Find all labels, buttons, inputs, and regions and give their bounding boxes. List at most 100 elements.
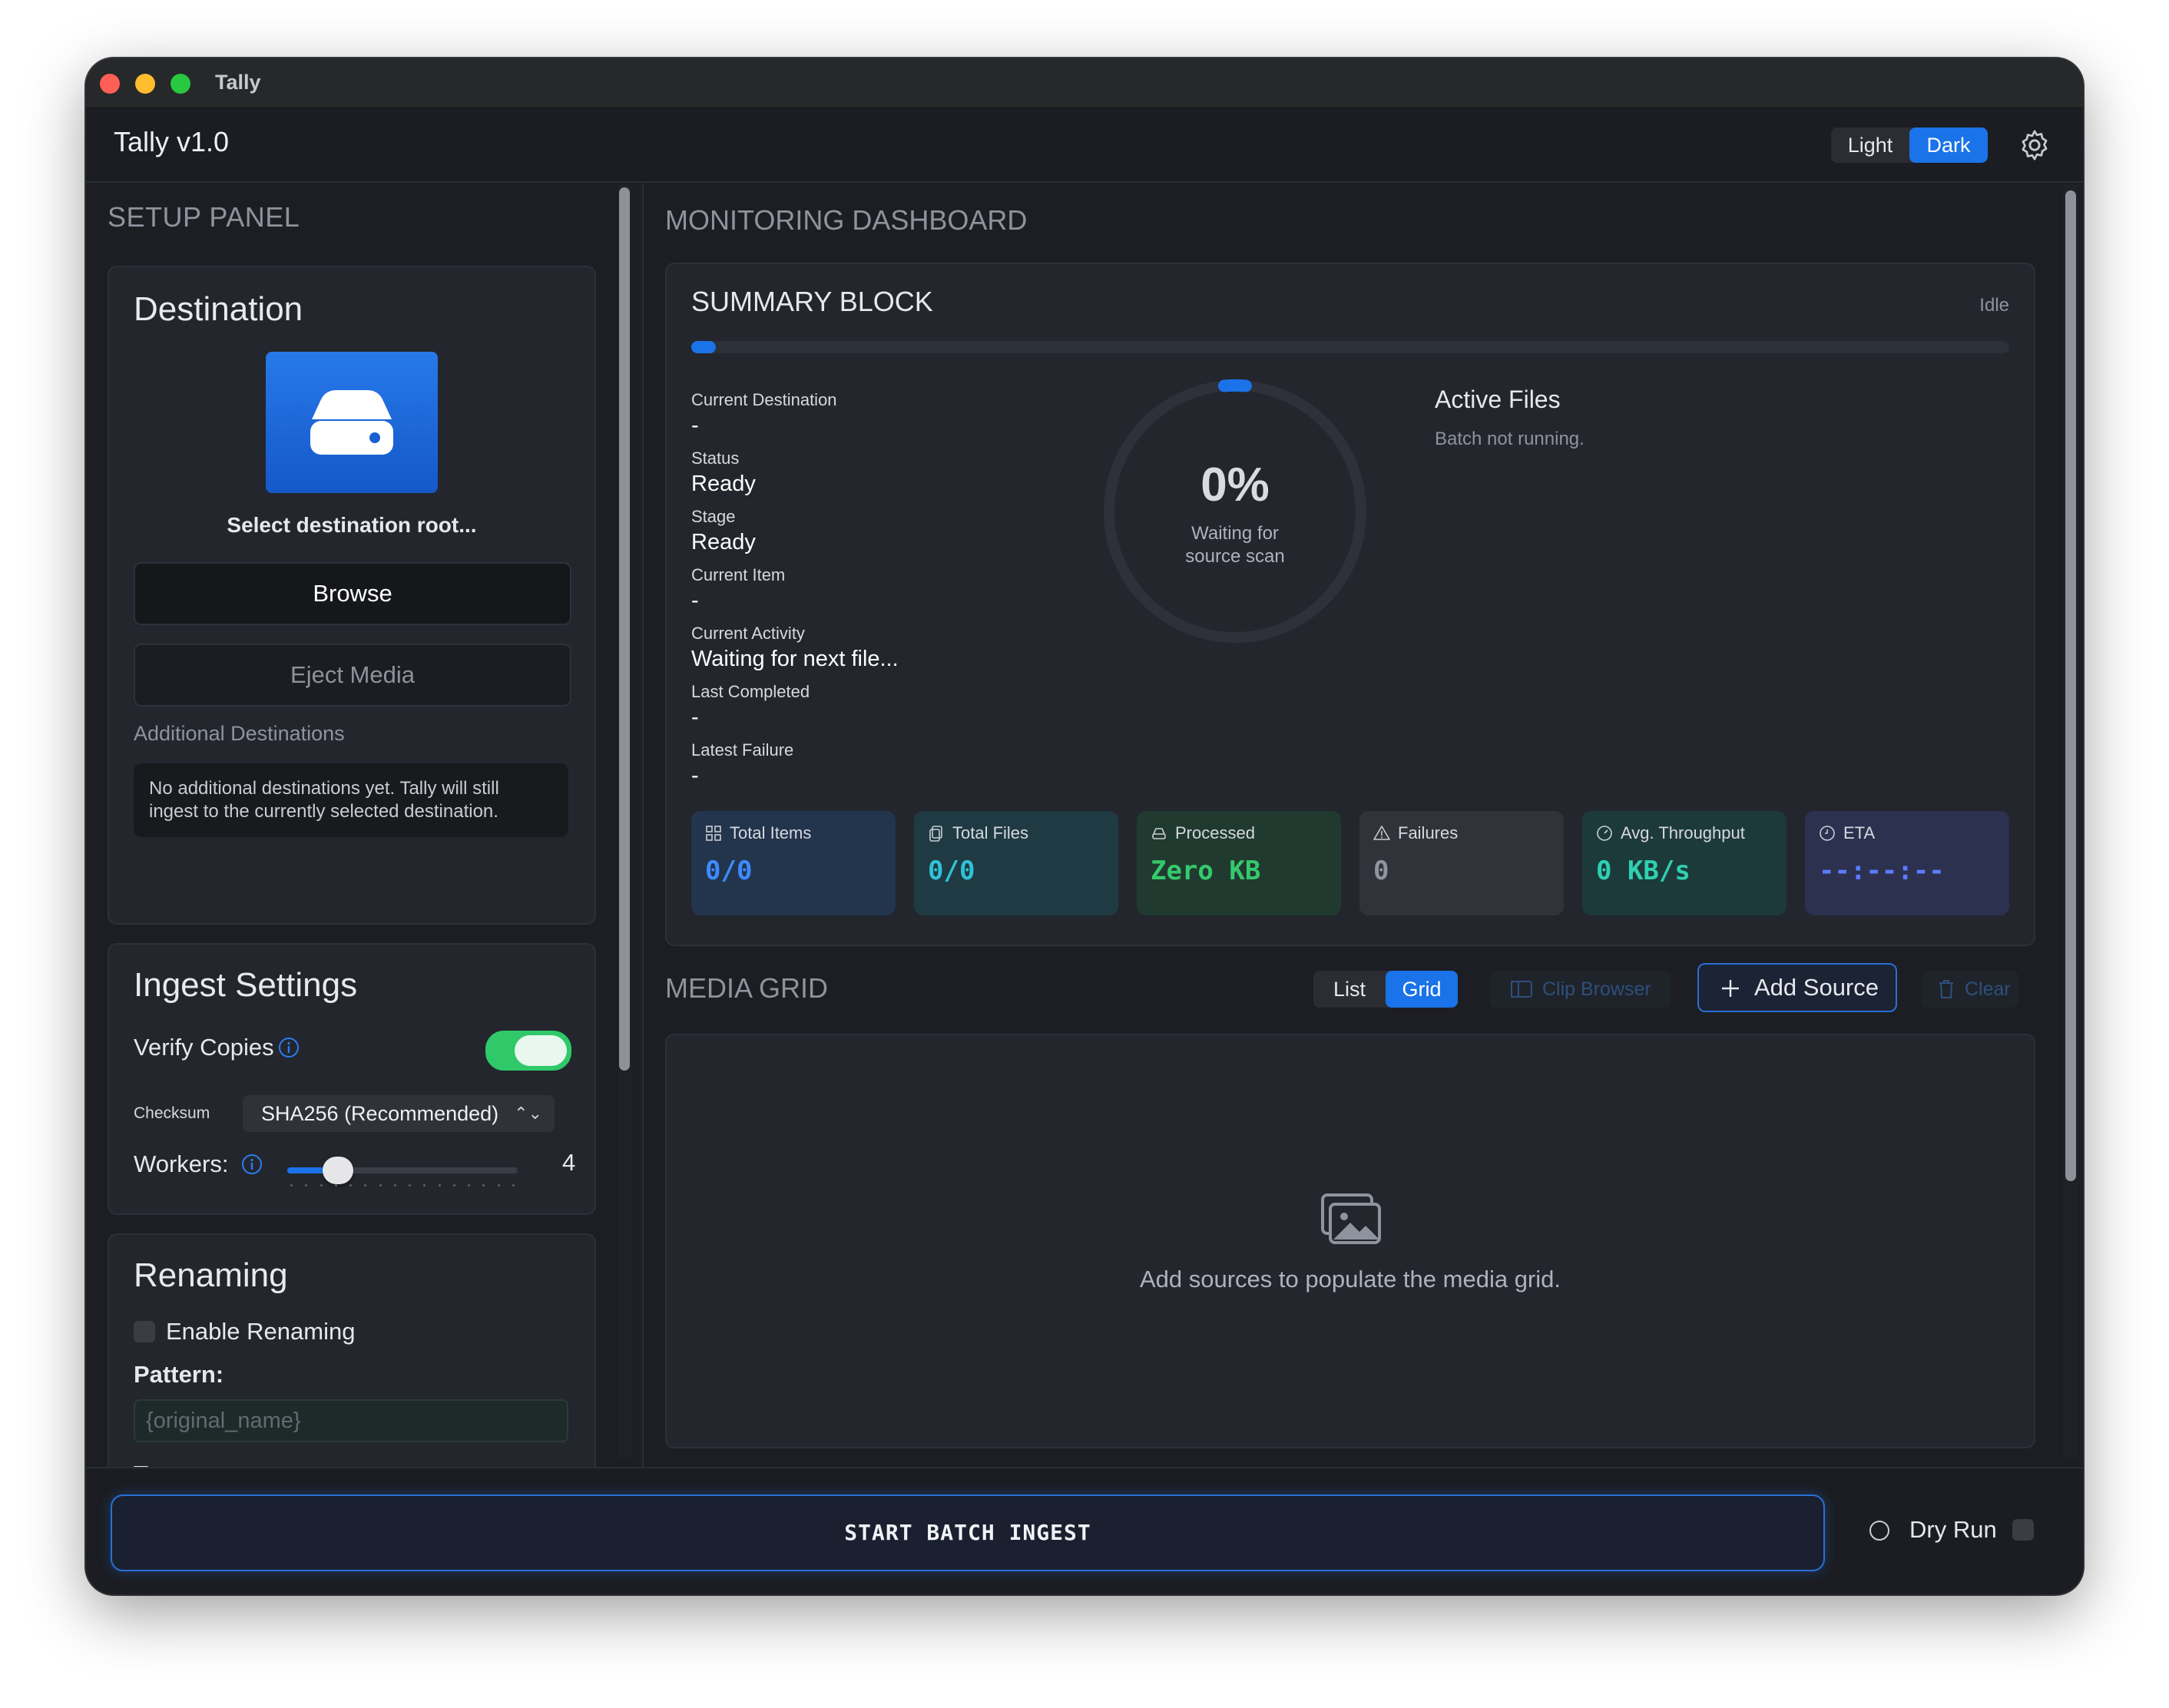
media-grid-area[interactable]: Add sources to populate the media grid. xyxy=(665,1034,2035,1448)
info-icon[interactable] xyxy=(241,1154,263,1175)
field-current-item: Current Item - xyxy=(691,565,785,614)
destination-drive-tile[interactable] xyxy=(266,352,438,493)
clip-browser-button[interactable]: Clip Browser xyxy=(1490,971,1671,1008)
slider-tick xyxy=(290,1184,293,1187)
stat-value: --:--:-- xyxy=(1819,856,1945,886)
stat-label: Failures xyxy=(1398,823,1459,842)
active-files-title: Active Files xyxy=(1435,386,1561,413)
theme-toggle: Light Dark xyxy=(1831,127,1988,163)
dry-run-checkbox[interactable] xyxy=(2012,1519,2034,1541)
enable-renaming-label: Enable Renaming xyxy=(166,1318,356,1345)
enable-renaming-checkbox[interactable] xyxy=(134,1321,155,1342)
workers-slider[interactable] xyxy=(287,1157,518,1184)
file-copy-icon xyxy=(929,826,942,842)
scrollbar-thumb[interactable] xyxy=(619,187,630,1071)
setup-panel-scrollbar[interactable] xyxy=(618,184,631,1459)
dry-run-label: Dry Run xyxy=(1909,1516,1997,1543)
ingest-settings-card: Ingest Settings Verify Copies Checksum S… xyxy=(108,943,596,1215)
verify-copies-toggle[interactable] xyxy=(485,1031,571,1071)
summary-title: SUMMARY BLOCK xyxy=(691,286,933,317)
additional-destinations-label: Additional Destinations xyxy=(134,722,345,745)
footer-bar: START BATCH INGEST Dry Run xyxy=(86,1467,2083,1594)
stat-eta: ETA --:--:-- xyxy=(1805,811,2009,915)
field-label: Current Activity xyxy=(691,624,805,643)
minimize-window-button[interactable] xyxy=(135,74,155,94)
slider-tick xyxy=(349,1184,353,1187)
setup-panel-title: SETUP PANEL xyxy=(108,201,300,233)
view-toggle: List Grid xyxy=(1313,971,1458,1008)
toggle-knob xyxy=(515,1035,567,1066)
info-icon[interactable] xyxy=(278,1037,300,1058)
slider-tick xyxy=(423,1184,426,1187)
app-title: Tally v1.0 xyxy=(114,126,230,157)
media-grid-title: MEDIA GRID xyxy=(665,972,829,1004)
app-header: Tally v1.0 xyxy=(86,109,2083,183)
stat-label: Total Items xyxy=(730,823,812,842)
warning-icon xyxy=(1373,826,1390,840)
slider-tick xyxy=(438,1184,441,1187)
field-value: Ready xyxy=(691,472,756,496)
gear-icon[interactable] xyxy=(2017,127,2052,163)
stat-value: 0/0 xyxy=(928,856,975,886)
clear-label: Clear xyxy=(1965,978,2011,1000)
field-value: - xyxy=(691,588,699,613)
stat-value: 0 xyxy=(1373,856,1389,886)
slider-tick xyxy=(393,1184,396,1187)
renaming-title: Renaming xyxy=(134,1256,288,1294)
field-label: Latest Failure xyxy=(691,740,794,760)
workers-slider-handle[interactable] xyxy=(323,1157,353,1184)
eject-media-button[interactable]: Eject Media xyxy=(134,644,571,707)
theme-dark-button[interactable]: Dark xyxy=(1909,127,1988,163)
ingest-settings-title: Ingest Settings xyxy=(134,966,358,1004)
window-title: Tally xyxy=(215,71,261,94)
dashboard-scrollbar[interactable] xyxy=(2063,184,2078,1459)
stat-label: ETA xyxy=(1843,823,1876,842)
progress-ring-percent: 0% xyxy=(1200,458,1270,511)
scrollbar-thumb[interactable] xyxy=(2065,190,2076,1181)
field-label: Current Destination xyxy=(691,390,837,409)
field-label: Status xyxy=(691,449,740,468)
close-window-button[interactable] xyxy=(100,74,120,94)
add-source-button[interactable]: Add Source xyxy=(1697,963,1897,1012)
dry-run-radio[interactable] xyxy=(1869,1521,1889,1541)
pattern-label: Pattern: xyxy=(134,1361,224,1388)
theme-light-button[interactable]: Light xyxy=(1831,127,1909,163)
slider-tick xyxy=(512,1184,515,1187)
add-source-label: Add Source xyxy=(1754,974,1879,1001)
checksum-label: Checksum xyxy=(134,1104,210,1122)
start-batch-ingest-button[interactable]: START BATCH INGEST xyxy=(111,1494,1825,1571)
field-label: Stage xyxy=(691,507,736,526)
field-current-destination: Current Destination - xyxy=(691,390,837,439)
slider-tick xyxy=(482,1184,485,1187)
stat-total-files: Total Files 0/0 xyxy=(914,811,1118,915)
field-value: Waiting for next file... xyxy=(691,647,899,671)
field-current-activity: Current Activity Waiting for next file..… xyxy=(691,624,899,672)
active-files-note: Batch not running. xyxy=(1435,429,1585,449)
workers-value: 4 xyxy=(562,1149,576,1176)
status-badge: Idle xyxy=(1979,295,2009,316)
select-destination-label: Select destination root... xyxy=(227,513,477,537)
field-label: Current Item xyxy=(691,565,786,584)
zoom-window-button[interactable] xyxy=(171,74,190,94)
browse-button[interactable]: Browse xyxy=(134,562,571,625)
clear-button[interactable]: Clear xyxy=(1922,971,2018,1008)
drive-icon xyxy=(1152,828,1166,839)
setup-panel: SETUP PANEL Destination Select destinati… xyxy=(108,181,622,1518)
batch-progress-bar xyxy=(691,341,2009,353)
slider-tick xyxy=(320,1184,323,1187)
pattern-input[interactable]: {original_name} xyxy=(134,1399,568,1442)
view-grid-button[interactable]: Grid xyxy=(1386,971,1458,1008)
app-window: Tally Tally v1.0 Light Dark SETUP PANEL … xyxy=(86,58,2083,1594)
stat-processed: Processed Zero KB xyxy=(1137,811,1341,915)
media-grid-empty-text: Add sources to populate the media grid. xyxy=(1139,1266,1561,1293)
plus-icon xyxy=(1722,980,1739,997)
field-value: - xyxy=(691,763,699,788)
view-list-button[interactable]: List xyxy=(1313,971,1386,1008)
field-last-completed: Last Completed - xyxy=(691,682,810,730)
field-value: - xyxy=(691,413,699,438)
slider-tick xyxy=(334,1184,337,1187)
slider-tick xyxy=(364,1184,367,1187)
stat-label: Total Files xyxy=(952,823,1029,842)
checksum-select[interactable]: SHA256 (Recommended) ⌃⌄ xyxy=(243,1095,555,1132)
stat-avg-throughput: Avg. Throughput 0 KB/s xyxy=(1582,811,1787,915)
